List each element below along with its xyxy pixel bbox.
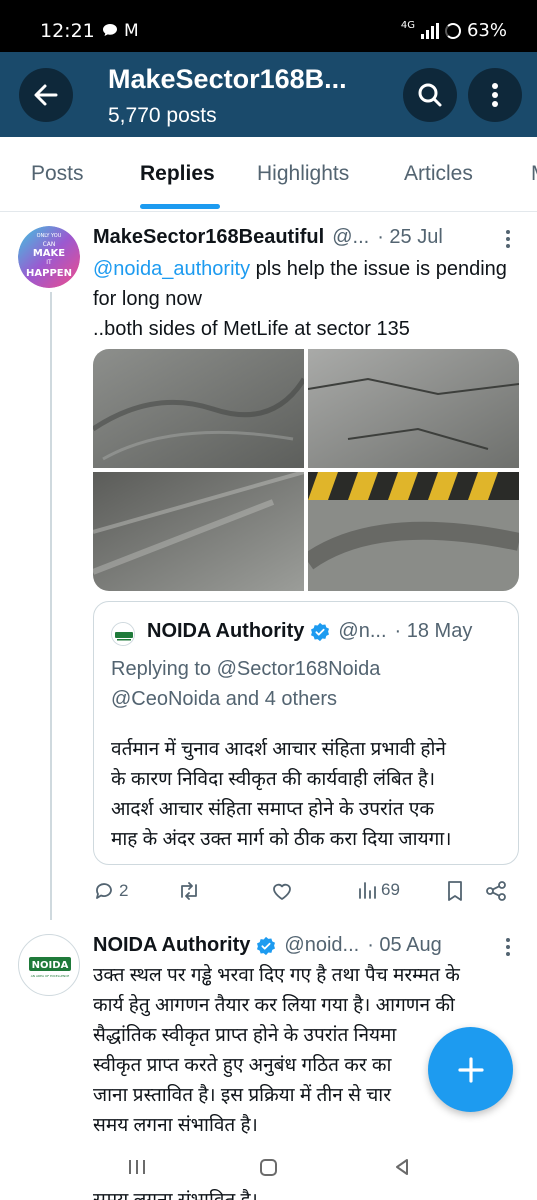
profile-header: MakeSector168B... 5,770 posts (0, 52, 537, 137)
bookmark-button[interactable] (445, 880, 465, 902)
road-photo-3[interactable] (93, 472, 304, 591)
active-tab-indicator (140, 204, 220, 209)
battery-icon (444, 22, 461, 39)
author-handle[interactable]: @noid... (284, 934, 359, 957)
views-count: 69 (381, 880, 400, 899)
status-time: 12:21 (40, 20, 95, 42)
tweet-date[interactable]: · 05 Aug (367, 934, 442, 957)
thread-connector (50, 292, 52, 920)
heart-icon (273, 883, 291, 900)
quoted-tweet[interactable]: NOIDA Authority @n... · 18 May Replying … (93, 601, 519, 865)
back-arrow-icon (34, 84, 58, 106)
author-name[interactable]: MakeSector168Beautiful (93, 226, 324, 249)
battery-level: 63% (466, 20, 507, 41)
svg-text:IT: IT (46, 259, 52, 266)
views-button[interactable]: 69 (357, 880, 400, 900)
search-icon (418, 83, 442, 107)
svg-text:CAN: CAN (43, 241, 56, 248)
svg-text:HAPPEN: HAPPEN (26, 268, 72, 279)
replying-mention-2: @CeoNoida (111, 688, 221, 710)
tab-highlights[interactable]: Highlights (257, 162, 349, 186)
tweet-text-line2: ..both sides of MetLife at sector 135 (93, 318, 410, 340)
avatar[interactable]: ONLY YOU CAN MAKE IT HAPPEN (18, 226, 80, 288)
repost-button[interactable] (177, 880, 201, 902)
make-it-happen-avatar-image: ONLY YOU CAN MAKE IT HAPPEN (18, 226, 80, 288)
replying-mention-1: @Sector168Noida (216, 658, 381, 680)
profile-tabs: Posts Replies Highlights Articles M (0, 137, 537, 212)
compose-button[interactable] (428, 1027, 513, 1112)
home-icon[interactable] (259, 1158, 278, 1177)
reply-icon (96, 883, 112, 899)
tweet2-header: NOIDA Authority @noid... · 05 Aug (93, 934, 442, 957)
reply-count: 2 (119, 881, 129, 900)
quoted-author-handle: @n... (338, 620, 387, 642)
verified-badge-icon (257, 936, 276, 955)
mention-link[interactable]: @noida_authority (93, 258, 250, 280)
share-button[interactable] (485, 880, 507, 902)
repost-icon (181, 882, 197, 900)
plus-icon (457, 1056, 484, 1083)
noida-logo-image: NOIDA AN AREA OF EXCELLENCE (29, 957, 71, 978)
reply-button[interactable]: 2 (93, 880, 128, 902)
views-chart-icon (359, 882, 376, 899)
author-name[interactable]: NOIDA Authority (93, 934, 250, 957)
svg-text:ONLY YOU: ONLY YOU (37, 233, 62, 239)
more-vertical-icon (492, 83, 498, 107)
road-photo-1[interactable] (93, 349, 304, 468)
share-icon (486, 881, 506, 901)
search-button[interactable] (403, 68, 457, 122)
tab-replies[interactable]: Replies (140, 162, 215, 186)
quoted-tweet-body: वर्तमान में चुनाव आदर्श आचार संहिता प्रभ… (111, 739, 452, 850)
tweet-header: MakeSector168Beautiful @... · 25 Jul (93, 226, 443, 249)
quoted-author-name: NOIDA Authority (147, 620, 305, 642)
back-button[interactable] (19, 68, 73, 122)
tab-articles[interactable]: Articles (404, 162, 473, 186)
svg-text:AN AREA OF EXCELLENCE: AN AREA OF EXCELLENCE (31, 974, 70, 978)
tab-posts[interactable]: Posts (31, 162, 84, 186)
tab-more[interactable]: M (531, 162, 537, 186)
like-button[interactable] (271, 880, 293, 902)
network-type: 4G (400, 19, 415, 31)
nav-back-icon[interactable] (393, 1158, 411, 1176)
tweet-media-grid (93, 349, 519, 591)
tweet-date[interactable]: · 25 Jul (377, 226, 443, 249)
tweet-actions: 2 69 (93, 880, 518, 908)
noida-avatar[interactable]: NOIDA AN AREA OF EXCELLENCE (18, 934, 80, 996)
profile-title: MakeSector168B... (108, 64, 347, 94)
quoted-date: · 18 May (394, 620, 473, 642)
bookmark-icon (448, 881, 462, 901)
noida-logo-small (111, 622, 135, 646)
tweet-menu-icon[interactable] (499, 937, 517, 957)
tweet-menu-icon[interactable] (499, 229, 517, 249)
status-bar: 12:21 M 4G 63% (0, 0, 537, 52)
chat-bubble-icon (103, 24, 117, 36)
posts-count: 5,770 posts (108, 104, 217, 127)
scroll-peek-text: समय लगना संभावित है। (93, 1186, 258, 1200)
quoted-tweet-header: NOIDA Authority @n... · 18 May (147, 620, 472, 643)
road-photo-2[interactable] (308, 349, 519, 468)
svg-text:MAKE: MAKE (33, 248, 65, 259)
author-handle[interactable]: @... (332, 226, 369, 249)
status-right: 4G 63% (401, 20, 507, 41)
tweet-text: @noida_authority pls help the issue is p… (93, 258, 507, 340)
verified-badge-icon (311, 622, 330, 641)
recents-icon[interactable] (127, 1158, 147, 1176)
road-photo-4[interactable] (308, 472, 519, 591)
signal-icon (420, 22, 439, 39)
gmail-icon: M (124, 21, 139, 41)
android-nav-bar (0, 1146, 537, 1188)
more-options-button[interactable] (468, 68, 522, 122)
svg-text:NOIDA: NOIDA (32, 960, 69, 971)
replying-to: Replying to @Sector168Noida @CeoNoida an… (111, 658, 381, 710)
